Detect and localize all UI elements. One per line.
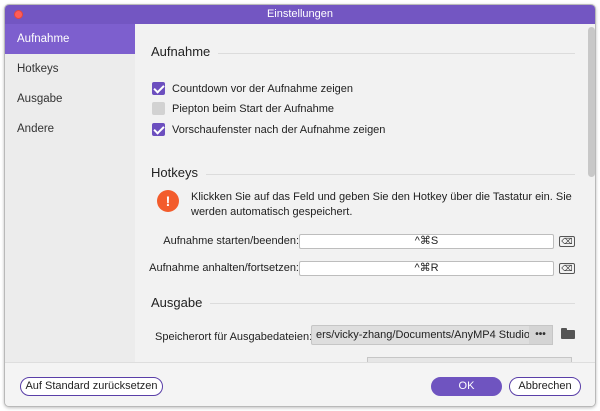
close-icon[interactable]	[14, 10, 23, 19]
window-title: Einstellungen	[266, 8, 334, 20]
section-title-ausgabe: Ausgabe	[151, 295, 211, 310]
option-beep-label: Piepton beim Start der Aufnahme	[172, 103, 335, 115]
sidebar: Aufnahme Hotkeys Ausgabe Andere	[5, 24, 135, 362]
clear-icon[interactable]: ⌫	[559, 236, 575, 247]
section-divider	[155, 303, 575, 304]
output-path-label: Speicherort für Ausgabedateien:	[155, 331, 313, 343]
settings-content: Aufnahme Countdown vor der Aufnahme zeig…	[135, 24, 595, 362]
option-beep[interactable]: Piepton beim Start der Aufnahme	[152, 101, 335, 118]
option-preview-label: Vorschaufenster nach der Aufnahme zeigen	[172, 124, 386, 136]
hotkey-label-pause: Aufnahme anhalten/fortsetzen:	[149, 262, 299, 274]
sidebar-item-ausgabe[interactable]: Ausgabe	[5, 84, 135, 114]
cancel-button[interactable]: Abbrechen	[509, 377, 581, 396]
hotkey-field-start[interactable]: ^⌘S	[299, 234, 554, 249]
title-bar: Einstellungen	[5, 5, 595, 24]
sidebar-item-andere[interactable]: Andere	[5, 114, 135, 144]
more-icon[interactable]: •••	[529, 325, 553, 345]
section-title-aufnahme: Aufnahme	[151, 44, 219, 59]
checkbox-countdown[interactable]	[152, 81, 165, 95]
section-divider	[155, 174, 575, 175]
hotkey-field-pause[interactable]: ^⌘R	[299, 261, 554, 276]
option-countdown-label: Countdown vor der Aufnahme zeigen	[172, 83, 354, 95]
option-preview[interactable]: Vorschaufenster nach der Aufnahme zeigen	[152, 122, 386, 139]
sidebar-item-hotkeys[interactable]: Hotkeys	[5, 54, 135, 84]
section-title-hotkeys: Hotkeys	[151, 165, 206, 180]
option-countdown[interactable]: Countdown vor der Aufnahme zeigen	[152, 81, 354, 98]
output-path-field[interactable]: ers/vicky-zhang/Documents/AnyMP4 Studio	[311, 325, 551, 345]
scrollbar[interactable]	[588, 27, 595, 177]
footer-bar: Auf Standard zurücksetzen OK Abbrechen	[5, 362, 595, 406]
reset-defaults-button[interactable]: Auf Standard zurücksetzen	[20, 377, 163, 396]
hotkey-label-start: Aufnahme starten/beenden:	[163, 235, 299, 247]
clear-icon[interactable]: ⌫	[559, 263, 575, 274]
warning-icon: !	[157, 190, 179, 212]
checkbox-beep[interactable]	[152, 101, 165, 115]
hotkey-hint: Klickken Sie auf das Feld und geben Sie …	[191, 191, 572, 218]
ok-button[interactable]: OK	[431, 377, 502, 396]
sidebar-item-aufnahme[interactable]: Aufnahme	[5, 24, 135, 54]
folder-icon[interactable]	[561, 328, 575, 339]
settings-window: Einstellungen Aufnahme Hotkeys Ausgabe A…	[4, 4, 596, 407]
checkbox-preview[interactable]	[152, 122, 165, 136]
